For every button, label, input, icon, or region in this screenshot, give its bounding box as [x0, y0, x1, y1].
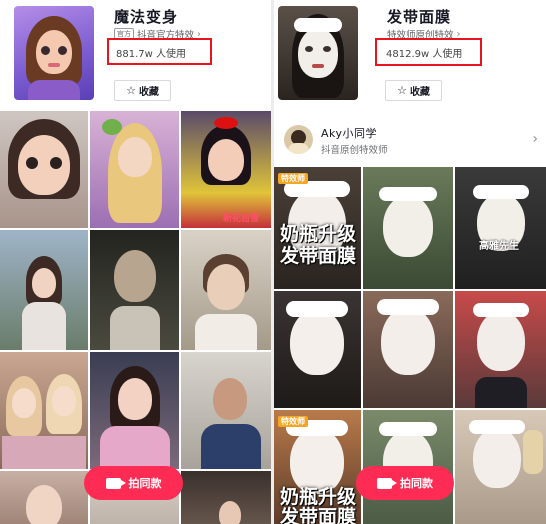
video-grid: 新花自雪: [0, 111, 271, 524]
video-thumbnail[interactable]: [90, 111, 179, 228]
left-effect-panel: 魔法变身 官方 抖音官方特效 › 881.7w 人使用 ☆ 收藏 新花自雪 拍同…: [0, 0, 271, 524]
video-thumbnail[interactable]: [363, 291, 453, 408]
camera-icon: [105, 477, 126, 489]
video-thumbnail[interactable]: [455, 291, 546, 408]
overlay-text-line2: 发带面膜: [280, 506, 357, 524]
author-row[interactable]: Aky小同学 抖音原创特效师 ›: [274, 117, 546, 167]
video-thumbnail[interactable]: [181, 471, 271, 524]
video-thumbnail[interactable]: [363, 167, 453, 289]
author-name: Aky小同学: [321, 127, 378, 140]
right-effect-panel: 发带面膜 特效师原创特效 › 4812.9w 人使用 ☆ 收藏 Aky小同学 抖…: [274, 0, 546, 524]
collect-button[interactable]: ☆ 收藏: [114, 80, 171, 101]
star-icon: ☆: [397, 84, 407, 97]
camera-icon: [377, 477, 397, 489]
video-thumbnail[interactable]: [90, 230, 179, 350]
star-icon: ☆: [126, 84, 136, 97]
overlay-text-line1: 奶瓶升级: [280, 486, 357, 508]
video-thumbnail[interactable]: [0, 352, 88, 469]
overlay-text-line2: 发带面膜: [280, 245, 357, 267]
shoot-same-button[interactable]: 拍同款: [84, 466, 183, 500]
video-thumbnail[interactable]: [0, 471, 88, 524]
collect-label: 收藏: [409, 87, 430, 98]
collect-button[interactable]: ☆ 收藏: [385, 80, 442, 101]
effect-title: 发带面膜: [387, 8, 452, 26]
effect-header: 魔法变身 官方 抖音官方特效 › 881.7w 人使用 ☆ 收藏: [0, 0, 271, 111]
creator-badge: 特效师: [278, 173, 308, 184]
effect-thumbnail[interactable]: [14, 6, 94, 100]
avatar[interactable]: [284, 125, 313, 154]
video-thumbnail[interactable]: 特效师 奶瓶升级 发带面膜: [274, 167, 361, 289]
shoot-same-label: 拍同款: [400, 477, 433, 490]
effect-thumbnail[interactable]: [278, 6, 358, 100]
effect-header: 发带面膜 特效师原创特效 › 4812.9w 人使用 ☆ 收藏: [274, 0, 546, 111]
creator-badge: 特效师: [278, 416, 308, 427]
grid-caption: 新花自雪: [223, 214, 260, 224]
highlight-box: [375, 38, 482, 66]
video-thumbnail[interactable]: 特效师 奶瓶升级 发带面膜: [274, 410, 361, 524]
cell-caption: 高雅先生: [479, 241, 519, 252]
overlay-text-line1: 奶瓶升级: [280, 223, 357, 245]
video-thumbnail[interactable]: [274, 291, 361, 408]
highlight-box: [107, 38, 212, 65]
video-thumbnail[interactable]: [0, 111, 88, 228]
video-thumbnail[interactable]: [0, 230, 88, 350]
author-role: 抖音原创特效师: [321, 145, 388, 156]
video-thumbnail[interactable]: [181, 352, 271, 469]
effect-title: 魔法变身: [114, 8, 179, 26]
video-thumbnail[interactable]: [455, 410, 546, 524]
shoot-same-button[interactable]: 拍同款: [356, 466, 454, 500]
video-thumbnail[interactable]: [90, 352, 179, 469]
collect-label: 收藏: [138, 87, 159, 98]
shoot-same-label: 拍同款: [128, 477, 162, 490]
video-thumbnail[interactable]: [181, 230, 271, 350]
chevron-right-icon: ›: [532, 131, 538, 147]
video-thumbnail[interactable]: 新花自雪: [181, 111, 271, 228]
video-thumbnail[interactable]: 高雅先生: [455, 167, 546, 289]
